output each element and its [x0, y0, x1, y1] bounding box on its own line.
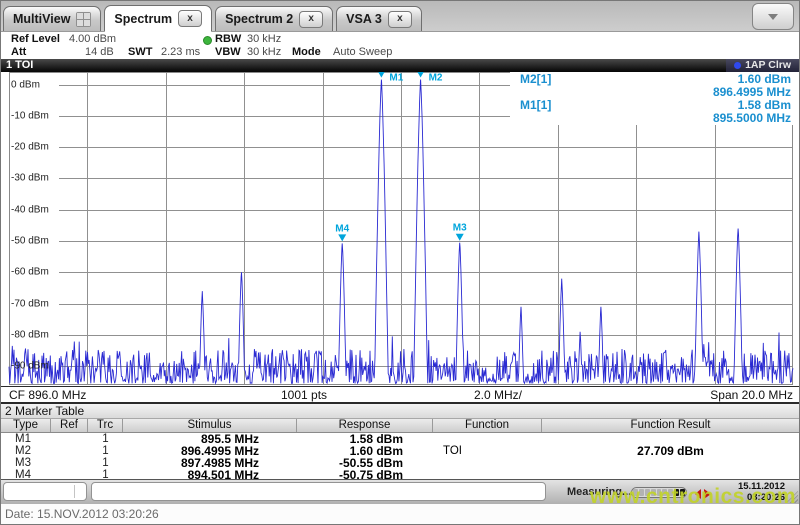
tab-label: MultiView [13, 12, 71, 26]
column-header: Function [433, 419, 542, 432]
tab-multiview[interactable]: MultiView [3, 6, 102, 31]
close-icon[interactable]: x [299, 10, 324, 28]
y-axis-tick-label: -40 dBm [11, 204, 49, 216]
status-dot-icon [203, 36, 212, 45]
marker-table-row[interactable]: M2 1 896.4995 MHz 1.60 dBm TOI 27.709 dBm [1, 445, 799, 457]
y-axis-tick-label: 0 dBm [11, 79, 40, 91]
y-axis-tick-label: -70 dBm [11, 298, 49, 310]
marker-name: M2[1] [520, 72, 552, 86]
mode-label[interactable]: Mode [292, 46, 321, 58]
marker-table-cell-ref [51, 433, 88, 445]
marker-table-cell-response: 1.58 dBm [349, 433, 403, 445]
marker-table-cell-trc: 1 [102, 457, 109, 469]
column-header: Function Result [630, 419, 711, 431]
marker-table-cell-ref [51, 457, 88, 469]
chart-title: 1 TOI [6, 59, 34, 71]
y-axis-tick-label: -30 dBm [11, 172, 49, 184]
chart-title-bar: 1 TOI 1AP Clrw [1, 59, 799, 72]
tab-label: VSA 3 [346, 12, 382, 26]
vbw-value[interactable]: 30 kHz [247, 46, 281, 58]
rbw-label[interactable]: RBW [215, 33, 241, 45]
y-axis-tick-label: -90 dBm [11, 360, 49, 372]
marker-table-cell-stimulus: 896.4995 MHz [180, 445, 259, 457]
marker-table-cell-function: TOI [443, 445, 462, 457]
tab-label: Spectrum [114, 11, 173, 26]
column-header: Ref [51, 419, 88, 432]
scale-per-division: 2.0 MHz/ [474, 388, 523, 402]
marker-table-cell-function [433, 457, 542, 469]
column-header: Response [297, 419, 433, 432]
settings-bar: Ref Level 4.00 dBm RBW 30 kHz Att 14 dB … [1, 32, 799, 59]
marker-label: M3 [453, 223, 467, 234]
marker-icon[interactable] [338, 234, 347, 242]
grid-icon [76, 11, 92, 27]
trace-chip[interactable]: 1AP Clrw [726, 59, 799, 72]
ref-level-label[interactable]: Ref Level [11, 33, 60, 45]
att-value[interactable]: 14 dB [85, 46, 114, 58]
marker-label: M4 [335, 223, 349, 234]
marker-table-row[interactable]: M1 1 895.5 MHz 1.58 dBm [1, 433, 799, 445]
watermark: www.cntronics.com [589, 485, 796, 508]
marker-table-header: Type Ref Trc Stimulus Response Function … [1, 419, 799, 433]
marker-table-cell-result [542, 433, 799, 445]
tab-vsa-3[interactable]: VSA 3 x [336, 6, 422, 31]
column-header: Stimulus [123, 419, 297, 432]
marker-table-cell-response: -50.55 dBm [338, 457, 403, 469]
spectrum-analyzer-window: MultiView Spectrum x Spectrum 2 x VSA 3 … [0, 0, 800, 525]
x-axis-bar: CF 896.0 MHz 1001 pts 2.0 MHz/ Span 20.0… [1, 386, 799, 404]
marker-table-cell-stimulus: 895.5 MHz [200, 433, 259, 445]
column-header: Trc [88, 419, 123, 432]
marker-frequency: 895.5000 MHz [712, 111, 791, 125]
marker-table-cell-response: 1.60 dBm [349, 445, 403, 457]
close-icon[interactable]: x [178, 10, 203, 27]
marker-table-cell-type: M3 [15, 457, 31, 469]
marker-table-cell-ref [51, 445, 88, 457]
marker-table-cell-stimulus: 897.4985 MHz [180, 457, 259, 469]
mode-value[interactable]: Auto Sweep [333, 46, 392, 58]
att-label[interactable]: Att [11, 46, 26, 58]
y-axis-tick-label: -20 dBm [11, 141, 49, 153]
swt-value[interactable]: 2.23 ms [161, 46, 200, 58]
span-value[interactable]: Span 20.0 MHz [710, 388, 793, 402]
marker-table-cell-trc: 1 [102, 433, 109, 445]
marker-table-cell-type: M1 [15, 433, 31, 445]
marker-label: M1 [389, 73, 403, 84]
y-axis-tick-label: -60 dBm [11, 266, 49, 278]
column-header: Type [1, 419, 51, 432]
marker-readout-panel: M2[1] 1.60 dBm 896.4995 MHz M1[1] 1.58 d… [510, 72, 793, 125]
marker-label: M2 [429, 73, 443, 84]
vbw-label[interactable]: VBW [215, 46, 241, 58]
marker-table: 2 Marker Table Type Ref Trc Stimulus Res… [1, 404, 799, 481]
tab-bar: MultiView Spectrum x Spectrum 2 x VSA 3 … [1, 1, 799, 32]
center-frequency[interactable]: CF 896.0 MHz [9, 388, 86, 402]
trace-dot-icon [734, 62, 742, 69]
trace-label: 1AP Clrw [745, 59, 791, 71]
marker-name: M1[1] [520, 98, 552, 112]
close-icon[interactable]: x [387, 10, 412, 28]
marker-table-row[interactable]: M3 1 897.4985 MHz -50.55 dBm [1, 457, 799, 469]
swt-label[interactable]: SWT [128, 46, 152, 58]
marker-table-cell-type: M2 [15, 445, 31, 457]
y-axis-tick-label: -10 dBm [11, 110, 49, 122]
tab-label: Spectrum 2 [225, 12, 294, 26]
tab-spectrum-2[interactable]: Spectrum 2 x [215, 6, 334, 31]
chevron-down-icon[interactable] [752, 3, 794, 30]
marker-table-cell-result [542, 457, 799, 469]
marker-table-cell-result: 27.709 dBm [637, 445, 704, 457]
ref-level-value[interactable]: 4.00 dBm [69, 33, 116, 45]
marker-table-body: M1 1 895.5 MHz 1.58 dBm M2 1 896.4995 MHz 1.60 … [1, 433, 799, 481]
marker-table-cell-trc: 1 [102, 445, 109, 457]
marker-table-cell-function [433, 433, 542, 445]
marker-icon[interactable] [455, 233, 464, 241]
y-axis-tick-label: -50 dBm [11, 235, 49, 247]
sweep-points: 1001 pts [281, 388, 328, 402]
tab-spectrum[interactable]: Spectrum x [104, 5, 213, 32]
spectrum-plot[interactable]: M4 M1 M2 M3 0 dBm -10 dBm -20 dBm -30 dBm -40 d… [1, 72, 799, 386]
y-axis-tick-label: -80 dBm [11, 329, 49, 341]
status-message-field[interactable] [91, 482, 546, 501]
status-field[interactable] [3, 482, 87, 501]
marker-table-title: 2 Marker Table [1, 404, 799, 419]
rbw-value[interactable]: 30 kHz [247, 33, 281, 45]
